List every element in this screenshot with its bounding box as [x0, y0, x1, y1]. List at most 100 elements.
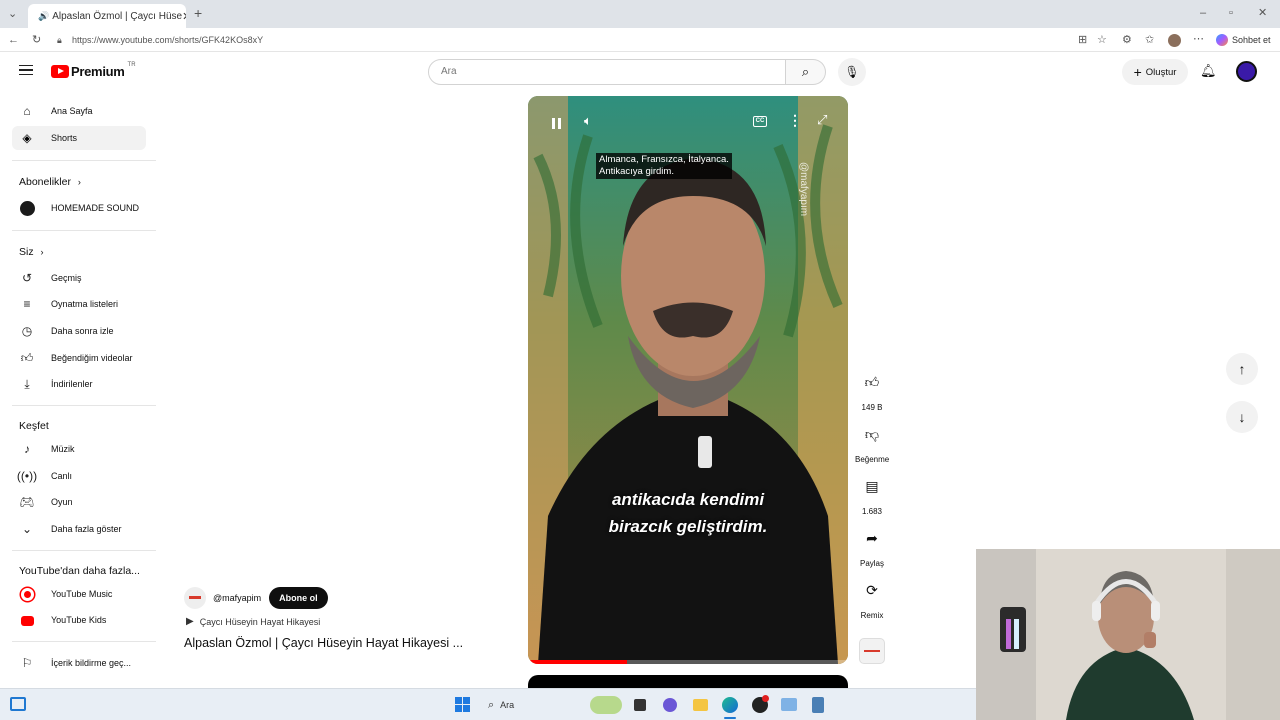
captions-icon[interactable]: CC — [753, 116, 767, 127]
calculator-icon[interactable] — [812, 697, 824, 713]
account-avatar[interactable] — [1236, 61, 1257, 82]
chat-icon[interactable] — [663, 698, 677, 712]
close-window-icon[interactable]: ✕ — [1258, 6, 1267, 20]
image-app-icon[interactable] — [781, 698, 797, 711]
sidebar-item-label: Beğendiğim videolar — [51, 353, 133, 363]
sidebar-item-youtube-kids[interactable]: YouTube Kids — [12, 608, 146, 632]
voice-search-button[interactable]: 🎙︎ — [838, 58, 866, 86]
divider — [12, 550, 156, 551]
tab-actions-icon[interactable]: ⌄ — [8, 7, 17, 21]
remix-button[interactable]: ⟳ Remix — [855, 575, 889, 621]
chevron-down-icon: ⌄ — [21, 522, 33, 536]
sidebar-item-history[interactable]: ↺ Geçmiş — [12, 266, 146, 290]
sidebar-item-youtube-music[interactable]: YouTube Music — [12, 582, 146, 606]
task-view-icon[interactable] — [634, 699, 646, 711]
edge-active-indicator — [724, 717, 736, 719]
shorts-video-player[interactable]: Almanca, Fransızca, İtalyanca. Antikacıy… — [528, 96, 848, 664]
refresh-icon[interactable]: ↻ — [32, 33, 41, 47]
volume-icon[interactable]: 🔈︎ — [584, 113, 592, 129]
pause-icon[interactable] — [548, 115, 564, 131]
windows-taskbar: ⌕ Ara — [0, 688, 976, 720]
music-row[interactable]: ▶ Çaycı Hüseyin Hayat Hikayesi — [186, 616, 320, 627]
watch-later-icon: ◷ — [21, 324, 33, 338]
sidebar-item-playlists[interactable]: ≡ Oynatma listeleri — [12, 292, 146, 316]
like-button[interactable]: 👍︎ 149 B — [855, 367, 889, 413]
back-icon[interactable]: ← — [8, 33, 19, 47]
copilot-button[interactable]: Sohbet et — [1216, 32, 1271, 48]
more-from-youtube-heading: YouTube'dan daha fazla... — [19, 565, 140, 577]
sidebar-item-show-more[interactable]: ⌄ Daha fazla göster — [12, 517, 146, 541]
subscriptions-heading[interactable]: Abonelikler › — [19, 176, 81, 188]
thumbs-up-icon: 👍︎ — [864, 373, 880, 390]
sidebar-item-home[interactable]: ⌂ Ana Sayfa — [12, 99, 146, 123]
url-field[interactable]: 🔒︎ https://www.youtube.com/shorts/GFK42K… — [50, 31, 1070, 49]
sidebar-item-liked[interactable]: 👍︎ Beğendiğim videolar — [12, 346, 146, 370]
share-button[interactable]: ➦ Paylaş — [855, 523, 889, 569]
new-tab-icon[interactable]: + — [194, 6, 202, 20]
favorites-icon[interactable]: ✩ — [1145, 33, 1154, 47]
more-icon[interactable]: ⋯ — [1193, 32, 1204, 46]
audio-icon[interactable]: 🔊 — [38, 11, 49, 22]
you-heading[interactable]: Siz › — [19, 246, 44, 258]
dislike-label: Beğenme — [855, 455, 890, 464]
sidebar-item-music[interactable]: ♪ Müzik — [12, 437, 146, 461]
search-button[interactable]: ⌕ — [786, 59, 826, 85]
more-options-icon[interactable]: ⋮ — [788, 112, 802, 129]
channel-handle[interactable]: @mafyapim — [213, 593, 261, 603]
subscribe-button[interactable]: Abone ol — [269, 587, 328, 609]
play-logo-icon — [51, 65, 69, 78]
remix-label: Remix — [860, 611, 884, 620]
progress-track[interactable] — [528, 660, 848, 664]
sidebar-item-live[interactable]: ((•)) Canlı — [12, 464, 146, 488]
explore-heading: Keşfet — [19, 420, 49, 432]
edge-browser-icon[interactable] — [722, 697, 738, 713]
extensions-icon[interactable]: ⚙ — [1122, 33, 1132, 47]
download-icon: ⤓ — [24, 376, 30, 391]
play-icon: ▶ — [186, 616, 194, 627]
channel-avatar[interactable] — [184, 587, 206, 609]
next-short-button[interactable]: ↓ — [1226, 401, 1258, 433]
browser-tab[interactable]: 🔊 Alpaslan Özmol | Çaycı Hüse ✕ — [28, 4, 186, 28]
search-input[interactable]: Ara — [428, 59, 786, 85]
sidebar-item-label: Geçmiş — [51, 273, 82, 283]
flag-icon: ⚐ — [21, 656, 33, 670]
youtube-kids-icon — [20, 615, 34, 626]
sidebar-item-subscription[interactable]: HOMEMADE SOUND — [12, 196, 146, 220]
sidebar-item-downloads[interactable]: ⤓ İndirilenler — [12, 372, 146, 396]
sidebar-item-report-history[interactable]: ⚐ İçerik bildirme geç... — [12, 651, 146, 675]
dislike-button[interactable]: 👎︎ Beğenme — [855, 419, 890, 465]
url-text: https://www.youtube.com/shorts/GFK42KOs8… — [72, 35, 264, 45]
youtube-logo[interactable]: Premium TR — [51, 62, 136, 79]
fullscreen-icon[interactable]: ⤢ — [817, 112, 827, 128]
arrow-up-icon: ↑ — [1238, 361, 1246, 377]
close-tab-icon[interactable]: ✕ — [182, 10, 186, 23]
create-button[interactable]: + Oluştur — [1122, 59, 1188, 85]
comment-count: 1.683 — [861, 507, 883, 516]
next-short-preview[interactable] — [528, 675, 848, 688]
favorite-star-icon[interactable]: ☆ — [1097, 33, 1107, 47]
comments-button[interactable]: ▤ 1.683 — [855, 471, 889, 517]
sound-thumbnail[interactable] — [859, 638, 885, 664]
sidebar-item-gaming[interactable]: 🎮︎ Oyun — [12, 490, 146, 514]
sidebar-item-label: Daha sonra izle — [51, 326, 114, 336]
sidebar-item-shorts[interactable]: ◈ Shorts — [12, 126, 146, 150]
site-info-icon[interactable]: 🔒︎ — [57, 31, 62, 49]
previous-short-button[interactable]: ↑ — [1226, 353, 1258, 385]
menu-icon[interactable] — [19, 65, 33, 75]
short-title[interactable]: Alpaslan Özmol | Çaycı Hüseyin Hayat Hik… — [184, 636, 463, 650]
sidebar-item-label: HOMEMADE SOUND — [51, 203, 140, 213]
widgets-icon[interactable] — [10, 697, 26, 711]
start-button[interactable] — [455, 697, 470, 712]
shorts-icon: ◈ — [22, 131, 32, 145]
file-explorer-icon[interactable] — [693, 699, 708, 711]
live-icon: ((•)) — [16, 469, 38, 483]
notifications-bell-icon[interactable]: 🔔︎ — [1200, 63, 1217, 79]
profile-avatar[interactable] — [1168, 34, 1181, 47]
taskbar-search[interactable]: ⌕ Ara — [480, 694, 590, 716]
sidebar-item-watch-later[interactable]: ◷ Daha sonra izle — [12, 319, 146, 343]
minimize-icon[interactable]: – — [1200, 6, 1206, 20]
search-icon: ⌕ — [801, 64, 810, 79]
maximize-icon[interactable]: ▫ — [1229, 6, 1233, 20]
microphone-icon: 🎙︎ — [844, 65, 860, 79]
app-available-icon[interactable]: ⊞ — [1078, 33, 1087, 47]
